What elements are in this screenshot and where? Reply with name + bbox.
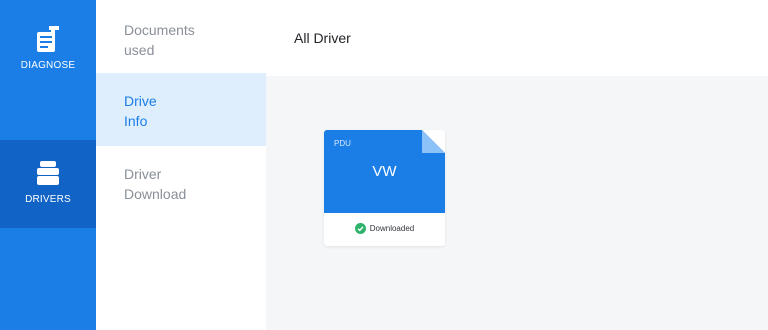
- page-title: All Driver: [294, 30, 351, 46]
- rail-item-label: DRIVERS: [25, 194, 71, 205]
- driver-protocol-tag: PDU: [334, 139, 351, 148]
- diagnose-icon: [37, 26, 59, 52]
- driver-status-label: Downloaded: [369, 224, 415, 233]
- submenu: Documents used Drive Info Driver Downloa…: [96, 0, 267, 330]
- driver-status: Downloaded: [324, 223, 445, 234]
- left-rail: DIAGNOSE DRIVERS: [0, 0, 96, 330]
- submenu-item-documents-used[interactable]: Documents used: [96, 20, 266, 60]
- driver-card[interactable]: PDU VW Downloaded: [324, 130, 445, 246]
- check-circle-icon: [354, 223, 366, 234]
- submenu-item-driver-download[interactable]: Driver Download: [96, 164, 266, 204]
- driver-name: VW: [372, 163, 397, 180]
- rail-item-label: DIAGNOSE: [20, 60, 76, 71]
- rail-item-drivers[interactable]: DRIVERS: [0, 140, 96, 228]
- submenu-item-drive-info[interactable]: Drive Info: [96, 73, 266, 146]
- rail-item-diagnose[interactable]: DIAGNOSE: [0, 0, 96, 138]
- drivers-icon: [37, 161, 59, 185]
- content-header: All Driver: [266, 0, 768, 76]
- main-content: All Driver PDU VW Downloaded: [266, 0, 768, 330]
